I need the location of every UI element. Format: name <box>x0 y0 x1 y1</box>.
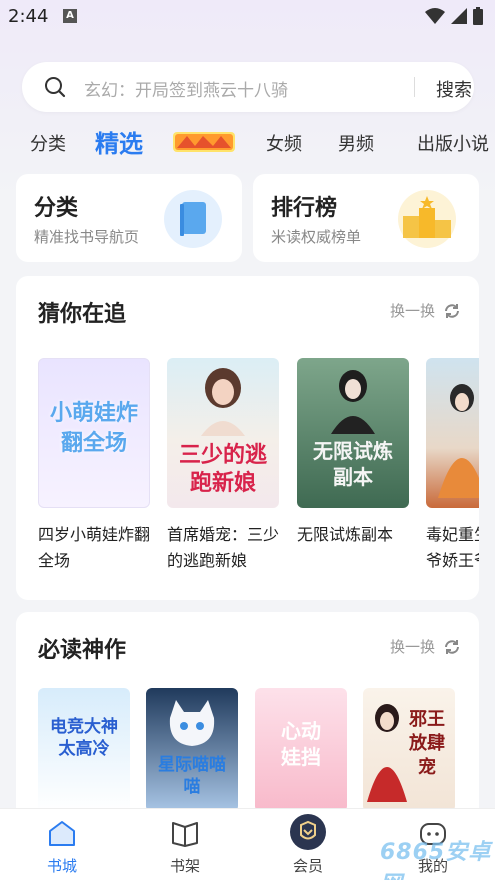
book-cover: 邪王放肆宠 <box>363 688 455 812</box>
cover-figure-icon <box>331 370 375 434</box>
ranking-card-title: 排行榜 <box>271 196 338 221</box>
book-item[interactable]: 电竞大神太高冷 <box>38 688 130 812</box>
ranking-card-subtitle: 米读权威榜单 <box>271 228 362 246</box>
battery-icon <box>473 7 483 25</box>
notification-icon: A <box>63 9 77 23</box>
book-title: 无限试炼副本 <box>297 525 394 544</box>
refresh-button[interactable]: 换一换 <box>390 300 461 321</box>
new-books-banner-icon <box>173 132 235 152</box>
category-tabs: 分类 精选 女频 男频 出版小说 <box>0 124 495 160</box>
cover-figure-icon <box>367 704 407 802</box>
book-cover-text: 三少的逃跑新娘 <box>178 443 267 496</box>
category-card-title: 分类 <box>34 196 79 221</box>
book-item[interactable]: 星际喵喵喵 <box>146 688 238 812</box>
book-cover: 三少的逃跑新娘 <box>167 358 279 508</box>
refresh-icon <box>445 639 459 654</box>
book-item[interactable]: 毒妃重生：冷王爷娇王爷 <box>426 358 479 574</box>
cover-figure-icon <box>438 384 479 498</box>
tab-fenlei[interactable]: 分类 <box>30 130 66 156</box>
nav-label: 会员 <box>292 857 323 875</box>
cover-figure-icon <box>201 368 245 436</box>
ranking-podium-icon <box>398 190 456 248</box>
book-cover <box>426 358 479 508</box>
guess-you-follow-section: 猜你在追 换一换 小萌娃炸翻全场 四岁小萌娃炸翻全场 三少的逃跑新娘 首席婚宠：… <box>16 276 479 600</box>
signal-icon <box>451 8 467 24</box>
book-item[interactable]: 无限试炼副本 无限试炼副本 <box>297 358 409 574</box>
vip-icon <box>290 814 326 850</box>
book-cover: 心动娃挡 <box>255 688 347 812</box>
refresh-label: 换一换 <box>389 638 435 656</box>
section-title: 必读神作 <box>38 638 127 663</box>
search-placeholder[interactable]: 玄幻：开局签到燕云十八骑 <box>84 76 288 101</box>
search-divider <box>414 77 415 97</box>
tab-jingxuan[interactable]: 精选 <box>95 124 143 159</box>
book-title: 四岁小萌娃炸翻全场 <box>38 525 150 570</box>
cover-cat-icon <box>169 700 215 746</box>
book-cover-text: 电竞大神太高冷 <box>50 717 118 759</box>
must-read-section: 必读神作 换一换 电竞大神太高冷 星际喵喵喵 心动娃挡 邪王放肆宠 <box>16 612 479 822</box>
status-icons <box>425 6 483 26</box>
book-title: 首席婚宠：三少的逃跑新娘 <box>167 525 279 570</box>
wifi-icon <box>425 8 445 24</box>
nav-bookshelf[interactable]: 书架 <box>145 819 225 876</box>
refresh-button[interactable]: 换一换 <box>390 636 461 657</box>
book-item[interactable]: 心动娃挡 <box>255 688 347 812</box>
book-cover: 星际喵喵喵 <box>146 688 238 812</box>
tab-nvpin[interactable]: 女频 <box>266 130 302 156</box>
book-cover-text: 心动娃挡 <box>281 719 321 769</box>
status-time: 2:44 <box>8 6 49 27</box>
tab-new-books-graphic[interactable] <box>173 130 235 154</box>
book-cover-text: 无限试炼副本 <box>313 439 393 489</box>
free-book-icon <box>164 190 222 248</box>
tab-chuban[interactable]: 出版小说 <box>417 130 489 156</box>
tab-nanpin[interactable]: 男频 <box>338 130 374 156</box>
nav-bookstore[interactable]: 书城 <box>22 819 102 876</box>
book-cover-text: 小萌娃炸翻全场 <box>49 401 138 456</box>
search-bar[interactable]: 玄幻：开局签到燕云十八骑 搜索 <box>22 62 474 112</box>
category-card-subtitle: 精准找书导航页 <box>34 228 140 246</box>
book-item[interactable]: 小萌娃炸翻全场 四岁小萌娃炸翻全场 <box>38 358 150 574</box>
book-cover-text: 邪王放肆宠 <box>409 709 445 778</box>
ranking-card[interactable]: 排行榜 米读权威榜单 <box>253 174 479 262</box>
book-item[interactable]: 邪王放肆宠 <box>363 688 455 812</box>
category-card[interactable]: 分类 精准找书导航页 <box>16 174 242 262</box>
search-button[interactable]: 搜索 <box>436 76 472 102</box>
bookshelf-icon <box>172 822 198 847</box>
book-title: 毒妃重生：冷王爷娇王爷 <box>426 525 479 570</box>
refresh-label: 换一换 <box>389 302 435 320</box>
status-bar: 2:44 A <box>0 0 495 34</box>
book-cover: 无限试炼副本 <box>297 358 409 508</box>
book-cover: 电竞大神太高冷 <box>38 688 130 812</box>
nav-label: 书架 <box>169 857 200 875</box>
watermark: 6865安卓网 <box>380 840 492 880</box>
nav-label: 书城 <box>46 857 77 875</box>
search-icon <box>45 77 66 98</box>
book-cover-text: 星际喵喵喵 <box>158 755 226 797</box>
bookstore-icon <box>49 821 75 846</box>
nav-vip[interactable]: 会员 <box>268 814 348 876</box>
book-cover: 小萌娃炸翻全场 <box>38 358 150 508</box>
refresh-icon <box>445 303 459 318</box>
book-item[interactable]: 三少的逃跑新娘 首席婚宠：三少的逃跑新娘 <box>167 358 279 574</box>
section-title: 猜你在追 <box>38 302 127 327</box>
